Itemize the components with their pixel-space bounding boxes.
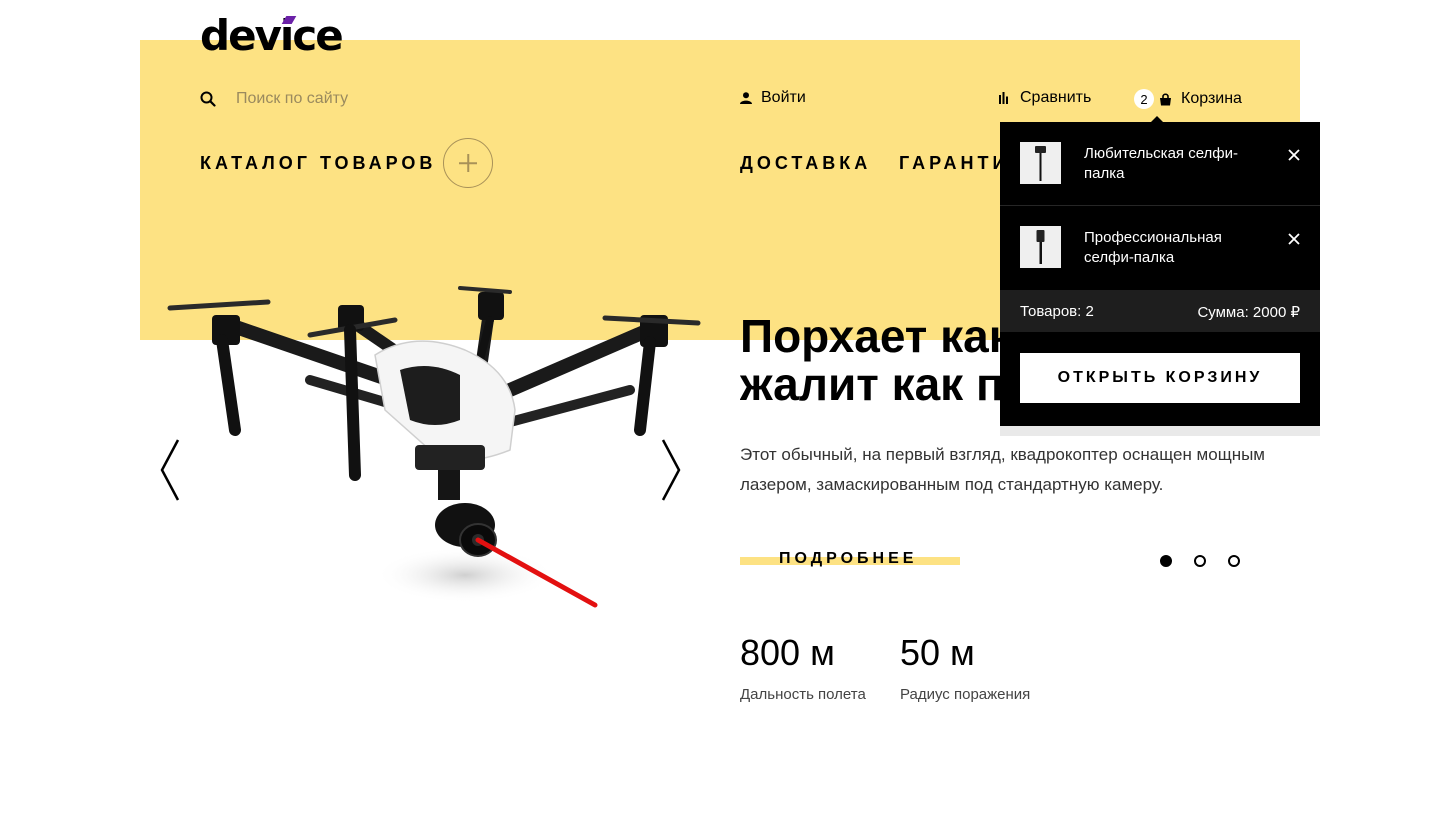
hero-title: Порхает как бабочка, жалит как пчела [740, 312, 1010, 412]
search-input[interactable] [236, 88, 536, 110]
hero-title-line-2: жалит как пчела [740, 358, 1010, 410]
slider-pagination [1160, 555, 1240, 567]
compare-link[interactable]: Сравнить [999, 89, 1091, 107]
cart-item[interactable]: Любительская селфи-палка [1000, 122, 1320, 206]
stat-radius-value: 50 м [900, 632, 975, 673]
cart-label: Корзина [1181, 90, 1242, 107]
cart-summary-total: Сумма: 2000 ₽ [1197, 304, 1300, 321]
drone-image [167, 286, 701, 608]
selfie-stick-thumbnail [1020, 226, 1061, 268]
slider-prev-chevron-left-icon[interactable] [158, 438, 182, 502]
cart-link[interactable]: 2 Корзина [1134, 89, 1242, 109]
stat-range-label: Дальность полета [740, 686, 866, 703]
login-label: Войти [761, 89, 806, 106]
compare-icon [999, 92, 1008, 104]
more-link-label: ПОДРОБНЕЕ [779, 550, 918, 567]
hero-title-line-1: Порхает как бабочка, [740, 312, 1010, 362]
slider-dot[interactable] [1194, 555, 1206, 567]
hero-description: Этот обычный, на первый взгляд, квадроко… [740, 445, 1265, 494]
nav-delivery-link[interactable]: ДОСТАВКА [740, 153, 871, 174]
open-cart-button[interactable]: ОТКРЫТЬ КОРЗИНУ [1020, 353, 1300, 403]
cart-item-name: Любительская селфи-палка [1084, 145, 1239, 182]
compare-label: Сравнить [1020, 89, 1092, 106]
catalog-expand-plus-icon[interactable] [443, 138, 493, 188]
cart-item[interactable]: Профессиональная селфи-палка [1000, 206, 1320, 290]
catalog-menu-link[interactable]: КАТАЛОГ ТОВАРОВ [200, 153, 436, 174]
cart-count-badge: 2 [1134, 89, 1154, 109]
cart-summary: Товаров: 2 Сумма: 2000 ₽ [1000, 290, 1320, 332]
shopping-bag-icon [1160, 92, 1171, 105]
remove-item-close-icon[interactable] [1287, 148, 1301, 162]
cart-summary-count: Товаров: 2 [1020, 303, 1094, 320]
user-icon [740, 92, 752, 104]
slider-next-chevron-right-icon[interactable] [659, 438, 683, 502]
slider-dot[interactable] [1160, 555, 1172, 567]
search-icon[interactable] [200, 91, 216, 107]
slider-dot[interactable] [1228, 555, 1240, 567]
logo[interactable]: device [200, 8, 344, 64]
more-details-link[interactable]: ПОДРОБНЕЕ [740, 550, 960, 574]
nav-warranty-link[interactable]: ГАРАНТИЯ [899, 153, 1009, 174]
stat-radius-label: Радиус поражения [900, 686, 1031, 703]
login-link[interactable]: Войти [740, 89, 806, 107]
remove-item-close-icon[interactable] [1287, 232, 1301, 246]
stat-range-value: 800 м [740, 632, 835, 673]
selfie-stick-thumbnail [1020, 142, 1061, 184]
cart-item-name: Профессиональная селфи-палка [1084, 229, 1222, 266]
cart-popup: Любительская селфи-палка Профессиональна… [1000, 122, 1320, 426]
cart-popup-shadow [1000, 426, 1320, 436]
